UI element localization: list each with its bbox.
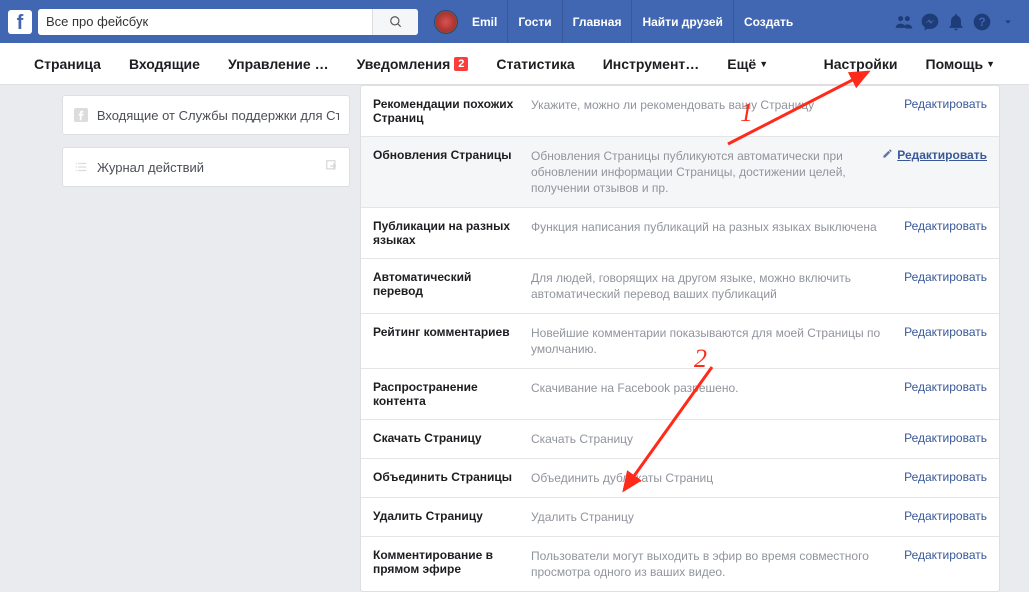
settings-row-label: Удалить Страницу [373,509,531,523]
settings-row-description: Укажите, можно ли рекомендовать вашу Стр… [531,97,904,113]
settings-row-label: Распространение контента [373,380,531,408]
tab-manage[interactable]: Управление … [214,43,343,85]
profile-link[interactable]: Emil [462,0,507,43]
jump-icon [325,159,339,176]
tab-notifications[interactable]: Уведомления2 [343,43,483,85]
help-icon[interactable]: ? [969,0,995,43]
sidebar-activity-log[interactable]: Журнал действий [62,147,350,187]
notifications-icon[interactable] [943,0,969,43]
edit-link-label: Редактировать [904,270,987,284]
edit-link-label: Редактировать [904,380,987,394]
edit-link[interactable]: Редактировать [904,470,987,484]
messenger-icon[interactable] [917,0,943,43]
edit-link-label: Редактировать [897,148,987,162]
settings-row-label: Рекомендации похожих Страниц [373,97,531,125]
list-icon [73,159,89,175]
settings-row-description: Пользователи могут выходить в эфир во вр… [531,548,904,580]
settings-row-description: Скачать Страницу [531,431,904,447]
tab-stats[interactable]: Статистика [482,43,588,85]
settings-row: Рекомендации похожих СтраницУкажите, мож… [361,86,999,136]
settings-row-description: Для людей, говорящих на другом языке, мо… [531,270,904,302]
sidebar-item-label: Входящие от Службы поддержки для Ст [97,108,339,123]
edit-link[interactable]: Редактировать [904,548,987,562]
topbar: f Emil Гости Главная Найти друзей Создат… [0,0,1029,43]
settings-row-label: Комментирование в прямом эфире [373,548,531,576]
tab-more[interactable]: Ещё▼ [713,43,782,85]
sidebar-support-inbox[interactable]: Входящие от Службы поддержки для Ст [62,95,350,135]
chevron-down-icon: ▼ [759,59,768,69]
edit-link[interactable]: Редактировать [904,97,987,111]
edit-link[interactable]: Редактировать [904,431,987,445]
nav-home[interactable]: Главная [562,0,632,43]
settings-row-label: Скачать Страницу [373,431,531,445]
chevron-down-icon: ▼ [986,59,995,69]
edit-link[interactable]: Редактировать [882,148,987,162]
settings-row: Публикации на разных языкахФункция напис… [361,207,999,258]
settings-row-label: Обновления Страницы [373,148,531,162]
friends-icon[interactable] [891,0,917,43]
edit-link-label: Редактировать [904,325,987,339]
edit-link-label: Редактировать [904,470,987,484]
sidebar: Входящие от Службы поддержки для Ст Журн… [0,85,360,587]
settings-row: Удалить СтраницуУдалить СтраницуРедактир… [361,497,999,536]
page-nav: Страница Входящие Управление … Уведомлен… [0,43,1029,85]
edit-link-label: Редактировать [904,97,987,111]
tab-help[interactable]: Помощь▼ [912,43,1010,85]
settings-row: Комментирование в прямом эфиреПользовате… [361,536,999,591]
settings-row-description: Обновления Страницы публикуются автомати… [531,148,882,196]
search-button[interactable] [372,9,418,35]
pencil-icon [882,148,893,162]
nav-find-friends[interactable]: Найти друзей [631,0,732,43]
edit-link[interactable]: Редактировать [904,380,987,394]
settings-row: Распространение контентаСкачивание на Fa… [361,368,999,419]
settings-row-label: Объединить Страницы [373,470,531,484]
facebook-icon [73,107,89,123]
settings-panel: Рекомендации похожих СтраницУкажите, мож… [360,85,1029,587]
search-wrap [38,9,418,35]
settings-row-label: Публикации на разных языках [373,219,531,247]
notifications-badge: 2 [454,57,468,71]
settings-row-description: Новейшие комментарии показываются для мо… [531,325,904,357]
svg-text:?: ? [978,16,985,29]
nav-guests[interactable]: Гости [507,0,561,43]
settings-row: Обновления СтраницыОбновления Страницы п… [361,136,999,207]
settings-row-description: Функция написания публикаций на разных я… [531,219,904,235]
tab-page[interactable]: Страница [20,43,115,85]
settings-row-label: Автоматический перевод [373,270,531,298]
edit-link[interactable]: Редактировать [904,509,987,523]
edit-link-label: Редактировать [904,548,987,562]
tab-tools[interactable]: Инструмент… [589,43,714,85]
settings-row-description: Объединить дубликаты Страниц [531,470,904,486]
annotation-label-1: 1 [740,98,753,128]
avatar[interactable] [434,10,458,34]
settings-row-description: Удалить Страницу [531,509,904,525]
edit-link-label: Редактировать [904,509,987,523]
edit-link[interactable]: Редактировать [904,270,987,284]
edit-link-label: Редактировать [904,431,987,445]
tab-inbox[interactable]: Входящие [115,43,214,85]
settings-row-description: Скачивание на Facebook разрешено. [531,380,904,396]
search-icon [389,15,403,29]
facebook-logo[interactable]: f [8,10,32,34]
settings-row: Скачать СтраницуСкачать СтраницуРедактир… [361,419,999,458]
tab-settings[interactable]: Настройки [810,43,912,85]
search-input[interactable] [38,14,372,29]
nav-create[interactable]: Создать [733,0,803,43]
settings-row: Автоматический переводДля людей, говорящ… [361,258,999,313]
edit-link-label: Редактировать [904,219,987,233]
topbar-icons: ? [891,0,1021,43]
annotation-label-2: 2 [694,344,707,374]
sidebar-item-label: Журнал действий [97,160,204,175]
settings-row: Рейтинг комментариевНовейшие комментарии… [361,313,999,368]
dropdown-caret-icon[interactable] [995,0,1021,43]
settings-row-label: Рейтинг комментариев [373,325,531,339]
edit-link[interactable]: Редактировать [904,325,987,339]
settings-row: Объединить СтраницыОбъединить дубликаты … [361,458,999,497]
edit-link[interactable]: Редактировать [904,219,987,233]
